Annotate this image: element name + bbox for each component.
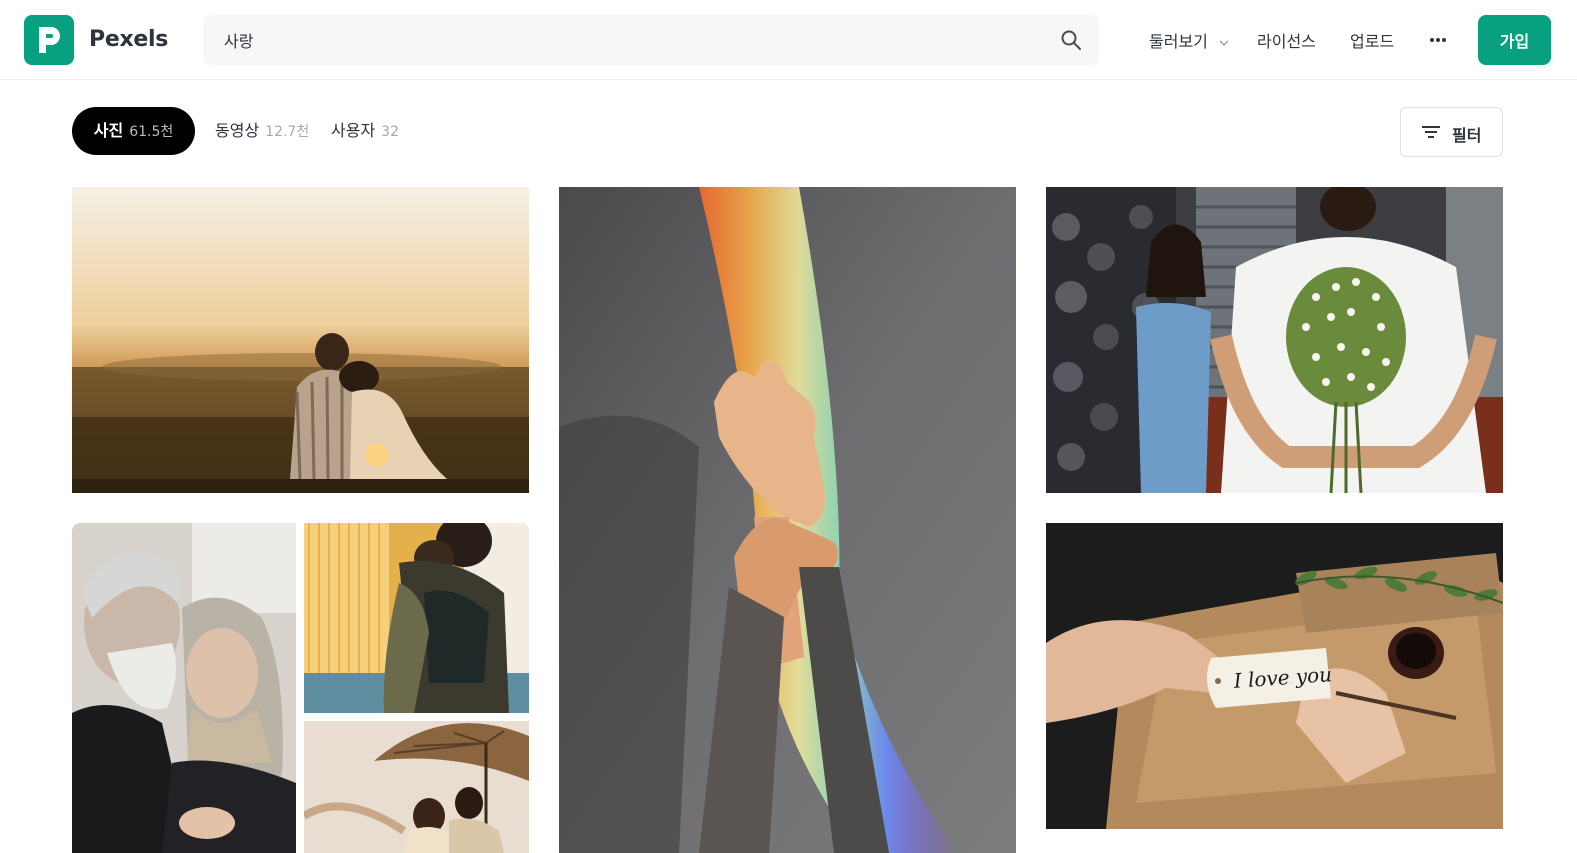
tab-users-label: 사용자	[331, 121, 376, 140]
tab-videos-count: 12.7천	[265, 124, 310, 140]
photo-couple-hug[interactable]	[304, 523, 529, 713]
tab-photos-label: 사진	[93, 121, 124, 140]
photo-umbrella-couple[interactable]	[304, 721, 529, 853]
tab-photos-count: 61.5천	[129, 124, 174, 140]
filter-icon	[1422, 126, 1440, 138]
photo-senior-couple[interactable]	[72, 523, 296, 853]
tab-users-count: 32	[381, 124, 399, 140]
brand-name[interactable]: Pexels	[89, 27, 168, 52]
nav-explore[interactable]: 둘러보기	[1149, 28, 1229, 52]
nav-explore-label: 둘러보기	[1149, 32, 1208, 51]
search-bar	[203, 15, 1099, 65]
photo-flowers-surprise[interactable]	[1046, 187, 1503, 493]
chevron-down-icon	[1219, 40, 1229, 46]
photo-couple-sunset[interactable]	[72, 187, 529, 493]
photo-rainbow-hands[interactable]	[559, 187, 1016, 853]
pexels-logo-icon[interactable]	[24, 15, 74, 65]
filter-button[interactable]: 필터	[1400, 107, 1503, 157]
photo-love-note[interactable]: I love you	[1046, 523, 1503, 829]
search-input[interactable]	[203, 15, 1043, 65]
join-button[interactable]: 가입	[1478, 15, 1551, 65]
tab-users[interactable]: 사용자 32	[331, 107, 399, 155]
nav-upload[interactable]: 업로드	[1350, 28, 1394, 52]
filter-label: 필터	[1452, 126, 1482, 145]
tab-videos-label: 동영상	[215, 121, 260, 140]
top-header: Pexels 둘러보기 라이선스 업로드 가입	[0, 0, 1577, 80]
search-icon[interactable]	[1059, 28, 1083, 52]
more-dots-icon[interactable]	[1428, 34, 1448, 46]
tab-photos[interactable]: 사진 61.5천	[72, 107, 195, 155]
tab-videos[interactable]: 동영상 12.7천	[215, 107, 309, 155]
nav-license[interactable]: 라이선스	[1257, 28, 1316, 52]
